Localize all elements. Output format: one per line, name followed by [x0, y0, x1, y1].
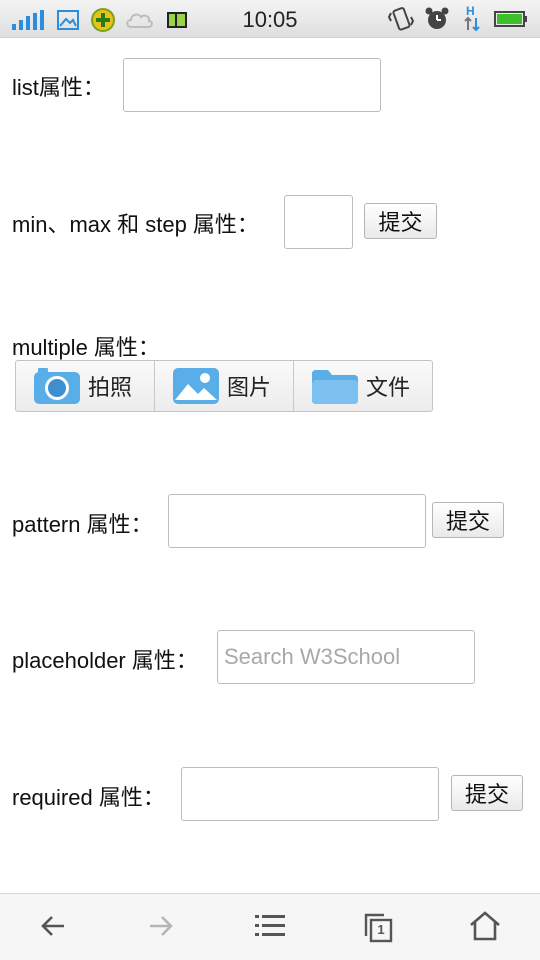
file-option-label: 文件	[366, 375, 411, 400]
status-bar: 10:05 H	[0, 0, 540, 38]
gallery-option-label: 图片	[227, 375, 272, 400]
svg-text:H: H	[466, 4, 475, 18]
clock: 10:05	[242, 7, 298, 32]
minmax-submit-button[interactable]: 提交	[364, 203, 437, 239]
pattern-input[interactable]	[168, 494, 426, 548]
pattern-attribute-label: pattern 属性：	[12, 512, 153, 537]
home-button[interactable]	[465, 908, 505, 948]
required-submit-button[interactable]: 提交	[451, 775, 523, 811]
gallery-option[interactable]: 图片	[155, 361, 294, 411]
required-input[interactable]	[181, 767, 439, 821]
back-arrow-icon	[38, 911, 68, 946]
multiple-attribute-label: multiple 属性：	[12, 335, 160, 360]
folder-icon	[310, 366, 360, 406]
menu-list-icon	[254, 912, 286, 945]
vibrate-icon	[387, 7, 415, 36]
camera-option-label: 拍照	[88, 375, 133, 400]
back-button[interactable]	[33, 908, 73, 948]
browser-toolbar: 1	[0, 893, 540, 960]
file-option[interactable]: 文件	[294, 361, 432, 411]
tabs-icon: 1	[362, 912, 394, 944]
camera-icon	[32, 366, 82, 406]
pattern-submit-button[interactable]: 提交	[432, 502, 504, 538]
home-icon	[468, 910, 502, 947]
menu-button[interactable]	[250, 908, 290, 948]
battery-icon	[494, 10, 528, 33]
search-input[interactable]	[217, 630, 475, 684]
list-attribute-label: list属性：	[12, 75, 105, 100]
tab-count: 1	[377, 922, 385, 937]
minmax-attribute-label: min、max 和 step 属性：	[12, 212, 259, 237]
list-input[interactable]	[123, 58, 381, 112]
number-input[interactable]	[284, 195, 353, 249]
file-source-picker: 拍照 图片 文件	[15, 360, 433, 412]
forward-button[interactable]	[141, 908, 181, 948]
alarm-icon	[424, 7, 450, 36]
data-transfer-icon: H	[462, 4, 482, 39]
tabs-button[interactable]: 1	[358, 908, 398, 948]
forward-arrow-icon	[146, 911, 176, 946]
required-attribute-label: required 属性：	[12, 785, 165, 810]
camera-option[interactable]: 拍照	[16, 361, 155, 411]
placeholder-attribute-label: placeholder 属性：	[12, 648, 198, 673]
gallery-icon	[171, 366, 221, 406]
